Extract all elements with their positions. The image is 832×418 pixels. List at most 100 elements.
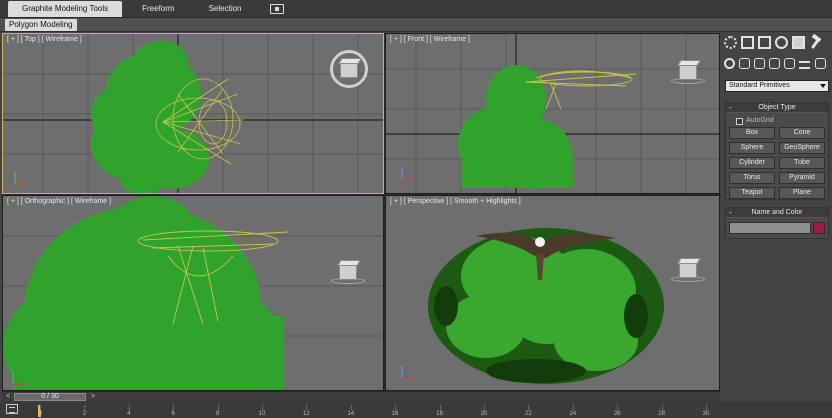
torus-button[interactable]: Torus (729, 172, 775, 184)
viewcube-persp[interactable] (679, 262, 697, 278)
tube-button[interactable]: Tube (779, 157, 825, 169)
tab-freeform[interactable]: Freeform (128, 1, 188, 17)
tab-polygon-modeling[interactable]: Polygon Modeling (5, 19, 77, 31)
time-slider-thumb[interactable]: 0 / 30 (14, 393, 86, 401)
track-tick-line (528, 405, 530, 410)
next-frame-button[interactable]: > (88, 393, 98, 401)
time-slider[interactable]: < 0 / 30 > (2, 391, 720, 401)
command-panel-tabs (722, 36, 832, 52)
helpers-icon[interactable] (784, 58, 795, 69)
primitive-type-dropdown[interactable]: Standard Primitives (725, 80, 829, 92)
geometry-icon[interactable] (724, 58, 735, 69)
viewcube-ortho[interactable] (339, 264, 357, 280)
motion-icon[interactable] (775, 36, 788, 49)
track-tick-line (617, 405, 619, 410)
object-color-swatch[interactable] (813, 222, 825, 234)
viewport-label-front[interactable]: [ + ] [ Front ] [ Wireframe ] (390, 36, 470, 43)
chevron-down-icon (820, 84, 826, 88)
sphere-button[interactable]: Sphere (729, 142, 775, 154)
tab-graphite-modeling-tools[interactable]: Graphite Modeling Tools (8, 1, 123, 17)
track-tick-line (350, 405, 352, 410)
viewport-label-orthographic[interactable]: [ + ] [ Orthographic ] [ Wireframe ] (7, 198, 111, 205)
track-tick-line (128, 405, 130, 410)
mini-curve-editor-icon[interactable] (6, 404, 18, 414)
track-tick-line (572, 405, 574, 410)
track-tick-line (173, 405, 175, 410)
viewport-top[interactable]: [ + ] [ Top ] [ Wireframe ] (2, 33, 384, 194)
collapse-icon: - (729, 103, 732, 112)
plane-button[interactable]: Plane (779, 187, 825, 199)
pyramid-button[interactable]: Pyramid (779, 172, 825, 184)
cameras-icon[interactable] (769, 58, 780, 69)
autogrid-check-box[interactable] (736, 118, 743, 125)
viewcube-top[interactable] (340, 62, 358, 78)
track-tick-label: 2 (82, 411, 87, 417)
track-tick-label: 26 (613, 411, 621, 417)
object-type-rollout: - Object Type AutoGrid Box Cone Sphere G… (725, 102, 829, 200)
track-tick-label: 22 (525, 411, 532, 417)
lights-icon[interactable] (754, 58, 765, 69)
name-color-header[interactable]: - Name and Color (726, 208, 828, 218)
name-color-rollout: - Name and Color (725, 207, 829, 239)
track-tick-label: 18 (436, 411, 443, 417)
viewport-label-top[interactable]: [ + ] [ Top ] [ Wireframe ] (7, 36, 82, 43)
viewport-area: [ + ] [ Top ] [ Wireframe ] [+] [Fron… (2, 33, 720, 391)
track-tick-label: 4 (127, 411, 131, 417)
track-tick-label: 30 (702, 411, 710, 417)
modify-icon[interactable] (741, 36, 754, 49)
ortho-viewport-canvas (3, 196, 383, 390)
autogrid-checkbox[interactable]: AutoGrid (736, 117, 774, 125)
create-icon[interactable] (724, 36, 737, 49)
track-tick-label: 0 (38, 411, 42, 417)
command-panel-categories (722, 58, 832, 74)
utilities-icon[interactable] (809, 36, 822, 49)
track-tick-line (484, 405, 485, 410)
track-tick-line (395, 405, 397, 410)
track-tick-label: 10 (258, 411, 266, 417)
track-tick-label: 16 (391, 411, 399, 417)
ribbon-panel: Polygon Modeling (0, 18, 832, 32)
track-tick-line (306, 405, 308, 410)
shapes-icon[interactable] (739, 58, 750, 69)
ribbon-tab-bar: Graphite Modeling Tools Freeform Selecti… (0, 0, 832, 18)
collapse-icon: - (729, 208, 732, 217)
box-button[interactable]: Box (729, 127, 775, 139)
geosphere-button[interactable]: GeoSphere (779, 142, 825, 154)
prev-frame-button[interactable]: < (3, 393, 13, 401)
cone-button[interactable]: Cone (779, 127, 825, 139)
tree-foliage-ortho (3, 196, 283, 390)
track-tick-label: 24 (569, 411, 577, 417)
object-name-field[interactable] (729, 222, 811, 234)
track-tick-label: 6 (171, 411, 175, 417)
track-tick-label: 8 (215, 411, 220, 417)
viewport-front[interactable]: [ + ] [ Front ] [ Wireframe ] (385, 33, 720, 194)
autogrid-label: AutoGrid (746, 117, 774, 124)
front-viewport-canvas (386, 34, 719, 193)
track-tick-line (439, 405, 441, 410)
object-type-title: Object Type (758, 104, 796, 111)
cylinder-button[interactable]: Cylinder (729, 157, 775, 169)
track-tick-line (262, 405, 263, 410)
hierarchy-icon[interactable] (758, 36, 771, 49)
teapot-button[interactable]: Teapot (729, 187, 775, 199)
object-paint-icon[interactable] (269, 4, 284, 14)
track-tick-line (40, 405, 41, 410)
track-ruler[interactable]: 0 2 4 6 8 10 12 14 16 18 20 22 24 26 28 30 (28, 401, 718, 418)
systems-icon[interactable] (815, 58, 826, 69)
track-tick-label: 28 (658, 411, 665, 417)
track-tick-label: 14 (347, 411, 355, 417)
tab-selection[interactable]: Selection (195, 1, 256, 17)
viewport-label-perspective[interactable]: [ + ] [ Perspective ] [ Smooth + Highlig… (390, 198, 521, 205)
space-warps-icon[interactable] (799, 61, 810, 69)
viewport-orthographic[interactable]: [ + ] [ Orthographic ] [ Wireframe ] (2, 195, 384, 391)
object-type-header[interactable]: - Object Type (726, 103, 828, 113)
track-tick-line (84, 405, 86, 410)
track-tick-label: 12 (303, 411, 310, 417)
top-viewport-canvas (3, 34, 383, 193)
track-bar[interactable]: 0 2 4 6 8 10 12 14 16 18 20 22 24 26 28 30 (0, 401, 832, 418)
display-icon[interactable] (792, 36, 805, 49)
viewcube-front[interactable] (679, 64, 697, 80)
viewport-perspective[interactable]: [ + ] [ Perspective ] [ Smooth + Highlig… (385, 195, 720, 391)
track-tick-label: 20 (480, 411, 488, 417)
tree-foliage-top (91, 41, 209, 193)
